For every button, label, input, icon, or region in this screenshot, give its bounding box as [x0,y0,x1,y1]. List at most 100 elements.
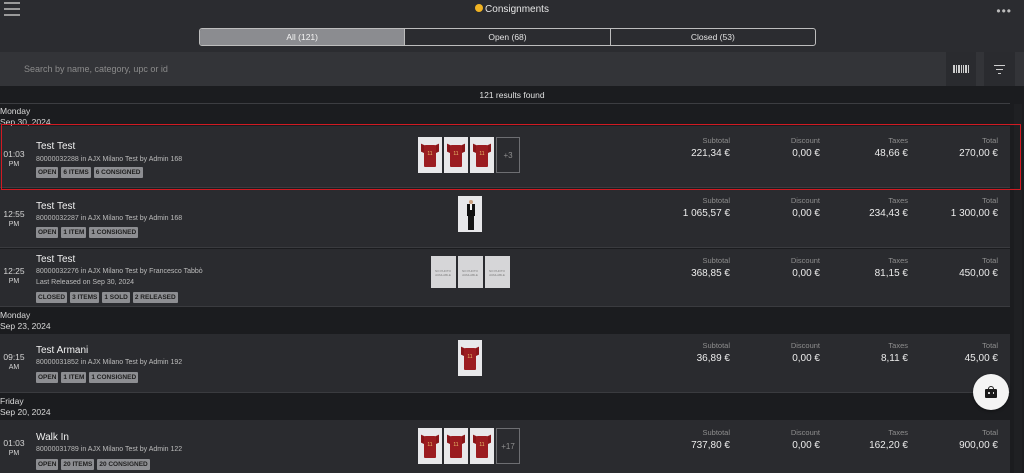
filter-button[interactable] [984,52,1015,86]
status-badges: OPEN 20 ITEMS 20 CONSIGNED [36,459,153,470]
item-thumbnails: 11 11 11 +3 [418,137,520,173]
day-header: Friday Sep 20, 2024 [0,396,51,417]
consignment-row[interactable]: 01:03 PM Test Test 80000032288 in AJX Mil… [0,126,1010,188]
jersey-thumbnail: 11 [418,137,442,173]
scrollbar-track[interactable] [1014,104,1022,473]
discount: Discount 0,00 € [790,256,820,279]
divider [0,103,1010,104]
filter-icon [994,64,1005,66]
discount: Discount 0,00 € [790,136,820,159]
row-time: 01:03 PM [3,438,25,457]
status-badges: OPEN 1 ITEM 1 CONSIGNED [36,372,141,383]
customer-name: Walk In [36,432,69,443]
search-bar [0,52,1024,86]
taxes: Taxes 48,66 € [874,136,908,159]
consignment-detail: 80000032288 in AJX Milano Test by Admin … [36,156,183,163]
customer-name: Test Test [36,201,76,212]
page-title: Consignments [0,4,1024,15]
jersey-thumbnail: 11 [458,340,482,376]
consigned-badge: 1 CONSIGNED [89,227,139,238]
jersey-thumbnail: 11 [470,428,494,464]
jersey-thumbnail: 11 [470,137,494,173]
jersey-thumbnail: 11 [444,137,468,173]
status-tabs: All (121) Open (68) Closed (53) [199,28,816,46]
subtotal: Subtotal 36,89 € [696,341,730,364]
shopping-bag-icon [985,386,997,398]
items-badge: 1 ITEM [61,372,87,383]
status-badge: OPEN [36,227,59,238]
customer-name: Test Test [36,141,76,152]
no-photo-thumbnail: NO PHOTO AVAILABLE [458,256,483,288]
status-badge: OPEN [36,459,59,470]
row-time: 12:25 PM [3,266,25,285]
items-badge: 1 ITEM [61,227,87,238]
taxes: Taxes 81,15 € [874,256,908,279]
tab-open[interactable]: Open (68) [405,29,611,45]
status-badges: CLOSED 3 ITEMS 1 SOLD 2 RELEASED [36,292,181,303]
total: Total 900,00 € [959,428,998,451]
item-thumbnails [458,196,484,232]
tab-all[interactable]: All (121) [200,29,406,45]
new-consignment-button[interactable] [973,374,1009,410]
consignment-detail: 80000032287 in AJX Milano Test by Admin … [36,215,183,222]
jersey-thumbnail: 11 [418,428,442,464]
day-header: Monday Sep 23, 2024 [0,310,51,331]
total: Total 1 300,00 € [950,196,998,219]
jersey-thumbnail: 11 [444,428,468,464]
discount: Discount 0,00 € [790,428,820,451]
items-badge: 3 ITEMS [70,292,100,303]
status-badge: CLOSED [36,292,68,303]
suit-thumbnail [458,196,482,232]
customer-name: Test Armani [36,345,89,356]
barcode-scan-button[interactable] [946,52,976,86]
subtotal: Subtotal 737,80 € [691,428,730,451]
subtotal: Subtotal 368,85 € [691,256,730,279]
more-options-icon[interactable]: ••• [996,4,1012,18]
total: Total 450,00 € [959,256,998,279]
item-thumbnails: 11 [458,340,484,376]
items-badge: 20 ITEMS [61,459,95,470]
sold-badge: 1 SOLD [102,292,130,303]
last-released-text: Last Released on Sep 30, 2024 [36,279,135,286]
consignment-row[interactable]: 12:25 PM Test Test 80000032276 in AJX Mil… [0,249,1010,307]
results-count: 121 results found [479,90,545,100]
row-time: 12:55 PM [3,209,25,228]
more-items-count: +17 [496,428,520,464]
consignment-emoji-icon [475,4,484,12]
search-input[interactable] [15,54,940,84]
status-badges: OPEN 1 ITEM 1 CONSIGNED [36,227,141,238]
items-badge: 6 ITEMS [61,167,91,178]
status-badges: OPEN 6 ITEMS 6 CONSIGNED [36,167,146,178]
total: Total 45,00 € [964,341,998,364]
consignment-row[interactable]: 09:15 AM Test Armani 80000031852 in AJX M… [0,334,1010,393]
total: Total 270,00 € [959,136,998,159]
tab-closed[interactable]: Closed (53) [611,29,815,45]
consignment-detail: 80000031789 in AJX Milano Test by Admin … [36,446,183,453]
taxes: Taxes 234,43 € [869,196,908,219]
row-time: 09:15 AM [3,352,25,371]
released-badge: 2 RELEASED [132,292,178,303]
barcode-icon [952,65,970,73]
status-badge: OPEN [36,372,59,383]
no-photo-thumbnail: NO PHOTO AVAILABLE [485,256,510,288]
more-items-count: +3 [496,137,520,173]
consignment-detail: 80000032276 in AJX Milano Test by France… [36,268,203,275]
consigned-badge: 1 CONSIGNED [89,372,139,383]
consigned-badge: 6 CONSIGNED [93,167,143,178]
discount: Discount 0,00 € [790,341,820,364]
subtotal: Subtotal 221,34 € [691,136,730,159]
taxes: Taxes 8,11 € [880,341,908,364]
item-thumbnails: 11 11 11 +17 [418,428,520,464]
status-badge: OPEN [36,167,59,178]
consignment-detail: 80000031852 in AJX Milano Test by Admin … [36,359,183,366]
taxes: Taxes 162,20 € [869,428,908,451]
consigned-badge: 20 CONSIGNED [97,459,150,470]
consignment-row[interactable]: 12:55 PM Test Test 80000032287 in AJX Mil… [0,189,1010,248]
top-bar: Consignments ••• All (121) Open (68) Clo… [0,0,1024,52]
no-photo-thumbnail: NO PHOTO AVAILABLE [431,256,456,288]
item-thumbnails: NO PHOTO AVAILABLE NO PHOTO AVAILABLE NO… [431,256,512,288]
day-header: Monday Sep 30, 2024 [0,106,51,127]
row-time: 01:03 PM [3,149,25,168]
consignment-row[interactable]: 01:03 PM Walk In 80000031789 in AJX Milan… [0,420,1010,473]
discount: Discount 0,00 € [790,196,820,219]
